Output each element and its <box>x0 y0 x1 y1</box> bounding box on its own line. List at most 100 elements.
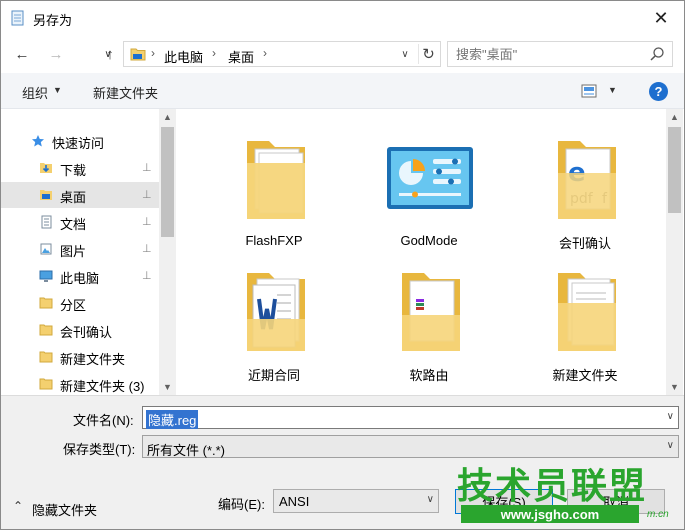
organize-button[interactable]: 组织 <box>22 83 48 102</box>
filetype-select[interactable]: 所有文件 (*.*) ∨ <box>142 435 679 458</box>
breadcrumb-separator: › <box>263 46 267 60</box>
file-item-flashfxp[interactable]: FlashFXP <box>204 115 344 248</box>
scrollbar-thumb[interactable] <box>161 127 174 237</box>
sidebar-item-documents[interactable]: 文档 ⊥ <box>1 209 159 235</box>
back-button[interactable]: ← <box>11 42 33 66</box>
sidebar-item-label: 新建文件夹 (3) <box>60 379 145 394</box>
folder-winrar-icon <box>402 273 460 351</box>
window-title: 另存为 <box>33 13 73 28</box>
filetype-label: 保存类型(T): <box>63 442 136 457</box>
hide-folders-toggle[interactable]: 隐藏文件夹 <box>32 500 97 519</box>
sidebar-scrollbar[interactable]: ▲ ▼ <box>159 109 176 395</box>
sidebar-item-label: 文档 <box>60 217 87 232</box>
sidebar-item-label: 会刊确认 <box>60 325 113 340</box>
folder-docs-icon <box>247 141 305 219</box>
pictures-icon <box>40 243 52 255</box>
navigation-pane: 快速访问 下载 ⊥ 桌面 ⊥ 文档 ⊥ 图片 ⊥ 此电脑 ⊥ 分区 会刊确认 新… <box>1 109 177 395</box>
pin-icon[interactable]: ⊥ <box>142 161 154 174</box>
scroll-up-icon[interactable]: ▲ <box>159 109 176 125</box>
up-button[interactable]: ↑ <box>99 42 121 66</box>
new-folder-button[interactable]: 新建文件夹 <box>93 83 158 102</box>
cancel-button[interactable]: 取消 <box>567 489 665 514</box>
sidebar-item-label: 快速访问 <box>52 136 105 151</box>
file-label: 新建文件夹 <box>552 368 618 383</box>
help-button[interactable]: ? <box>649 82 668 101</box>
filename-field[interactable]: 隐藏.reg ∨ <box>142 406 679 429</box>
filename-value[interactable]: 隐藏.reg <box>146 410 199 429</box>
file-item-godmode[interactable]: GodMode <box>359 115 499 248</box>
arrow-left-icon: ← <box>14 45 30 63</box>
close-icon: ✕ <box>653 7 669 28</box>
file-label: FlashFXP <box>245 233 303 248</box>
file-item-soft-router[interactable]: 软路由 <box>359 247 499 383</box>
navigation-bar: ← → ∨ ↑ › 此电脑 › 桌面 › ∨ ↻ <box>1 37 684 71</box>
filename-label: 文件名(N): <box>73 413 134 428</box>
sidebar-item-label: 下载 <box>60 163 87 178</box>
search-input[interactable] <box>456 46 646 62</box>
pin-icon[interactable]: ⊥ <box>142 242 154 255</box>
address-dropdown-button[interactable]: ∨ <box>396 45 414 63</box>
caret-down-icon[interactable]: ▼ <box>608 85 617 95</box>
file-label: 近期合同 <box>247 368 300 383</box>
control-panel-icon <box>387 147 473 209</box>
folder-icon <box>130 48 146 61</box>
caret-down-icon: ▼ <box>53 85 62 95</box>
download-folder-icon <box>40 163 52 173</box>
arrow-right-icon: → <box>48 45 64 63</box>
save-button[interactable]: 保存(S) <box>455 489 553 514</box>
view-options-icon[interactable] <box>581 84 597 98</box>
pin-icon[interactable]: ⊥ <box>142 215 154 228</box>
file-item-new-folder[interactable]: 新建文件夹 <box>515 247 655 383</box>
file-list-scrollbar[interactable]: ▲ ▼ <box>666 109 683 395</box>
sidebar-item-pictures[interactable]: 图片 ⊥ <box>1 236 159 262</box>
file-item-conference[interactable]: e pdf f 会刊确认 <box>515 115 655 251</box>
sidebar-item-label: 桌面 <box>60 190 87 205</box>
sidebar-item-new-folder-3[interactable]: 新建文件夹 (3) <box>1 371 159 395</box>
file-label: GodMode <box>400 233 458 248</box>
scroll-up-icon[interactable]: ▲ <box>666 109 683 125</box>
filetype-value: 所有文件 (*.*) <box>147 443 226 458</box>
title-bar: 另存为 ✕ <box>1 1 684 35</box>
encoding-value: ANSI <box>279 494 310 509</box>
sidebar-item-label: 新建文件夹 <box>60 352 126 367</box>
pin-icon[interactable]: ⊥ <box>142 269 154 282</box>
sidebar-item-label: 此电脑 <box>60 271 100 286</box>
sidebar-item-conference[interactable]: 会刊确认 <box>1 317 159 343</box>
breadcrumb-this-pc[interactable]: 此电脑 <box>164 47 203 66</box>
save-as-dialog: 另存为 ✕ ← → ∨ ↑ › 此电脑 › 桌面 › ∨ ↻ 搜索"桌面" 组织… <box>0 0 685 530</box>
sidebar-item-label: 图片 <box>60 244 87 259</box>
search-box[interactable] <box>447 41 673 67</box>
sidebar-item-new-folder[interactable]: 新建文件夹 <box>1 344 159 370</box>
sidebar-item-downloads[interactable]: 下载 ⊥ <box>1 155 159 181</box>
chevron-down-icon: ∨ <box>666 440 674 451</box>
file-label: 软路由 <box>409 368 449 383</box>
refresh-button[interactable]: ↻ <box>418 44 438 64</box>
computer-icon <box>39 270 53 282</box>
encoding-select[interactable]: ANSI ∨ <box>273 489 439 513</box>
chevron-up-icon[interactable]: ⌃ <box>13 499 23 513</box>
breadcrumb-separator: › <box>212 46 216 60</box>
sidebar-item-desktop[interactable]: 桌面 ⊥ <box>1 182 159 208</box>
scroll-down-icon[interactable]: ▼ <box>666 379 683 395</box>
scrollbar-thumb[interactable] <box>668 127 681 213</box>
chevron-down-icon: ∨ <box>401 48 409 60</box>
search-icon[interactable] <box>649 46 665 62</box>
help-icon: ? <box>654 84 663 99</box>
close-button[interactable]: ✕ <box>638 1 684 35</box>
forward-button[interactable]: → <box>45 42 67 66</box>
encoding-label: 编码(E): <box>218 497 265 512</box>
notepad-icon <box>11 10 24 26</box>
folder-icon <box>39 324 53 336</box>
chevron-down-icon[interactable]: ∨ <box>667 411 674 422</box>
address-bar[interactable]: › 此电脑 › 桌面 › ∨ ↻ <box>123 41 441 67</box>
sidebar-item-this-pc[interactable]: 此电脑 ⊥ <box>1 263 159 289</box>
documents-icon <box>41 215 52 229</box>
file-item-recent-contracts[interactable]: 近期合同 <box>204 247 344 383</box>
scroll-down-icon[interactable]: ▼ <box>159 379 176 395</box>
sidebar-item-quick-access[interactable]: 快速访问 <box>1 128 159 154</box>
breadcrumb-desktop[interactable]: 桌面 <box>228 47 254 66</box>
pin-icon[interactable]: ⊥ <box>142 188 154 201</box>
folder-icon <box>39 351 53 363</box>
sidebar-item-partition[interactable]: 分区 <box>1 290 159 316</box>
folder-word-icon <box>247 273 305 351</box>
